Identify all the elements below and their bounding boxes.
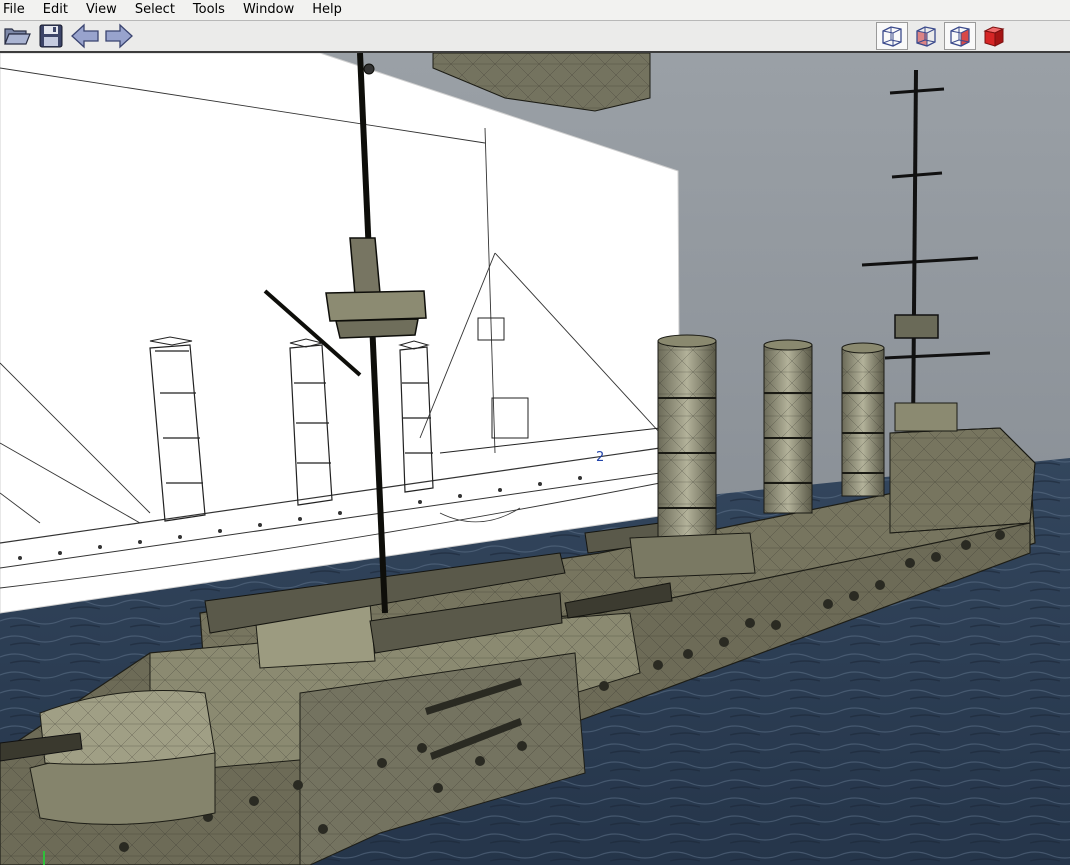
wireframe-cube-red-side-icon bbox=[950, 26, 970, 47]
menu-edit[interactable]: Edit bbox=[34, 0, 77, 20]
wireframe-cube-icon bbox=[882, 26, 902, 47]
folder-open-icon bbox=[4, 28, 31, 45]
save-button[interactable] bbox=[36, 22, 66, 50]
menu-tools[interactable]: Tools bbox=[184, 0, 234, 20]
blueprint-label: 2 bbox=[596, 450, 604, 465]
menu-view[interactable]: View bbox=[77, 0, 126, 20]
view-mode-wireframe-button[interactable] bbox=[876, 22, 908, 50]
funnel-2 bbox=[763, 339, 813, 514]
toolbar bbox=[0, 21, 1070, 53]
view-mode-shaded-front-button[interactable] bbox=[910, 22, 942, 50]
wireframe-cube-red-face-icon bbox=[916, 26, 936, 47]
menu-bar: File Edit View Select Tools Window Help bbox=[0, 0, 1070, 21]
menu-file[interactable]: File bbox=[0, 0, 34, 20]
open-button[interactable] bbox=[2, 22, 32, 50]
view-mode-solid-button[interactable] bbox=[978, 22, 1010, 50]
menu-select[interactable]: Select bbox=[126, 0, 184, 20]
forward-arrow-icon bbox=[105, 23, 133, 49]
back-button[interactable] bbox=[70, 22, 100, 50]
menu-help[interactable]: Help bbox=[303, 0, 351, 20]
view-mode-shaded-side-button[interactable] bbox=[944, 22, 976, 50]
menu-window[interactable]: Window bbox=[234, 0, 303, 20]
forward-button[interactable] bbox=[104, 22, 134, 50]
back-arrow-icon bbox=[71, 23, 99, 49]
viewport-scene: 2 bbox=[0, 53, 1070, 865]
save-disk-icon bbox=[39, 24, 63, 48]
3d-viewport[interactable]: 2 bbox=[0, 53, 1070, 865]
solid-red-cube-icon bbox=[983, 26, 1005, 47]
funnel-3 bbox=[841, 342, 885, 497]
